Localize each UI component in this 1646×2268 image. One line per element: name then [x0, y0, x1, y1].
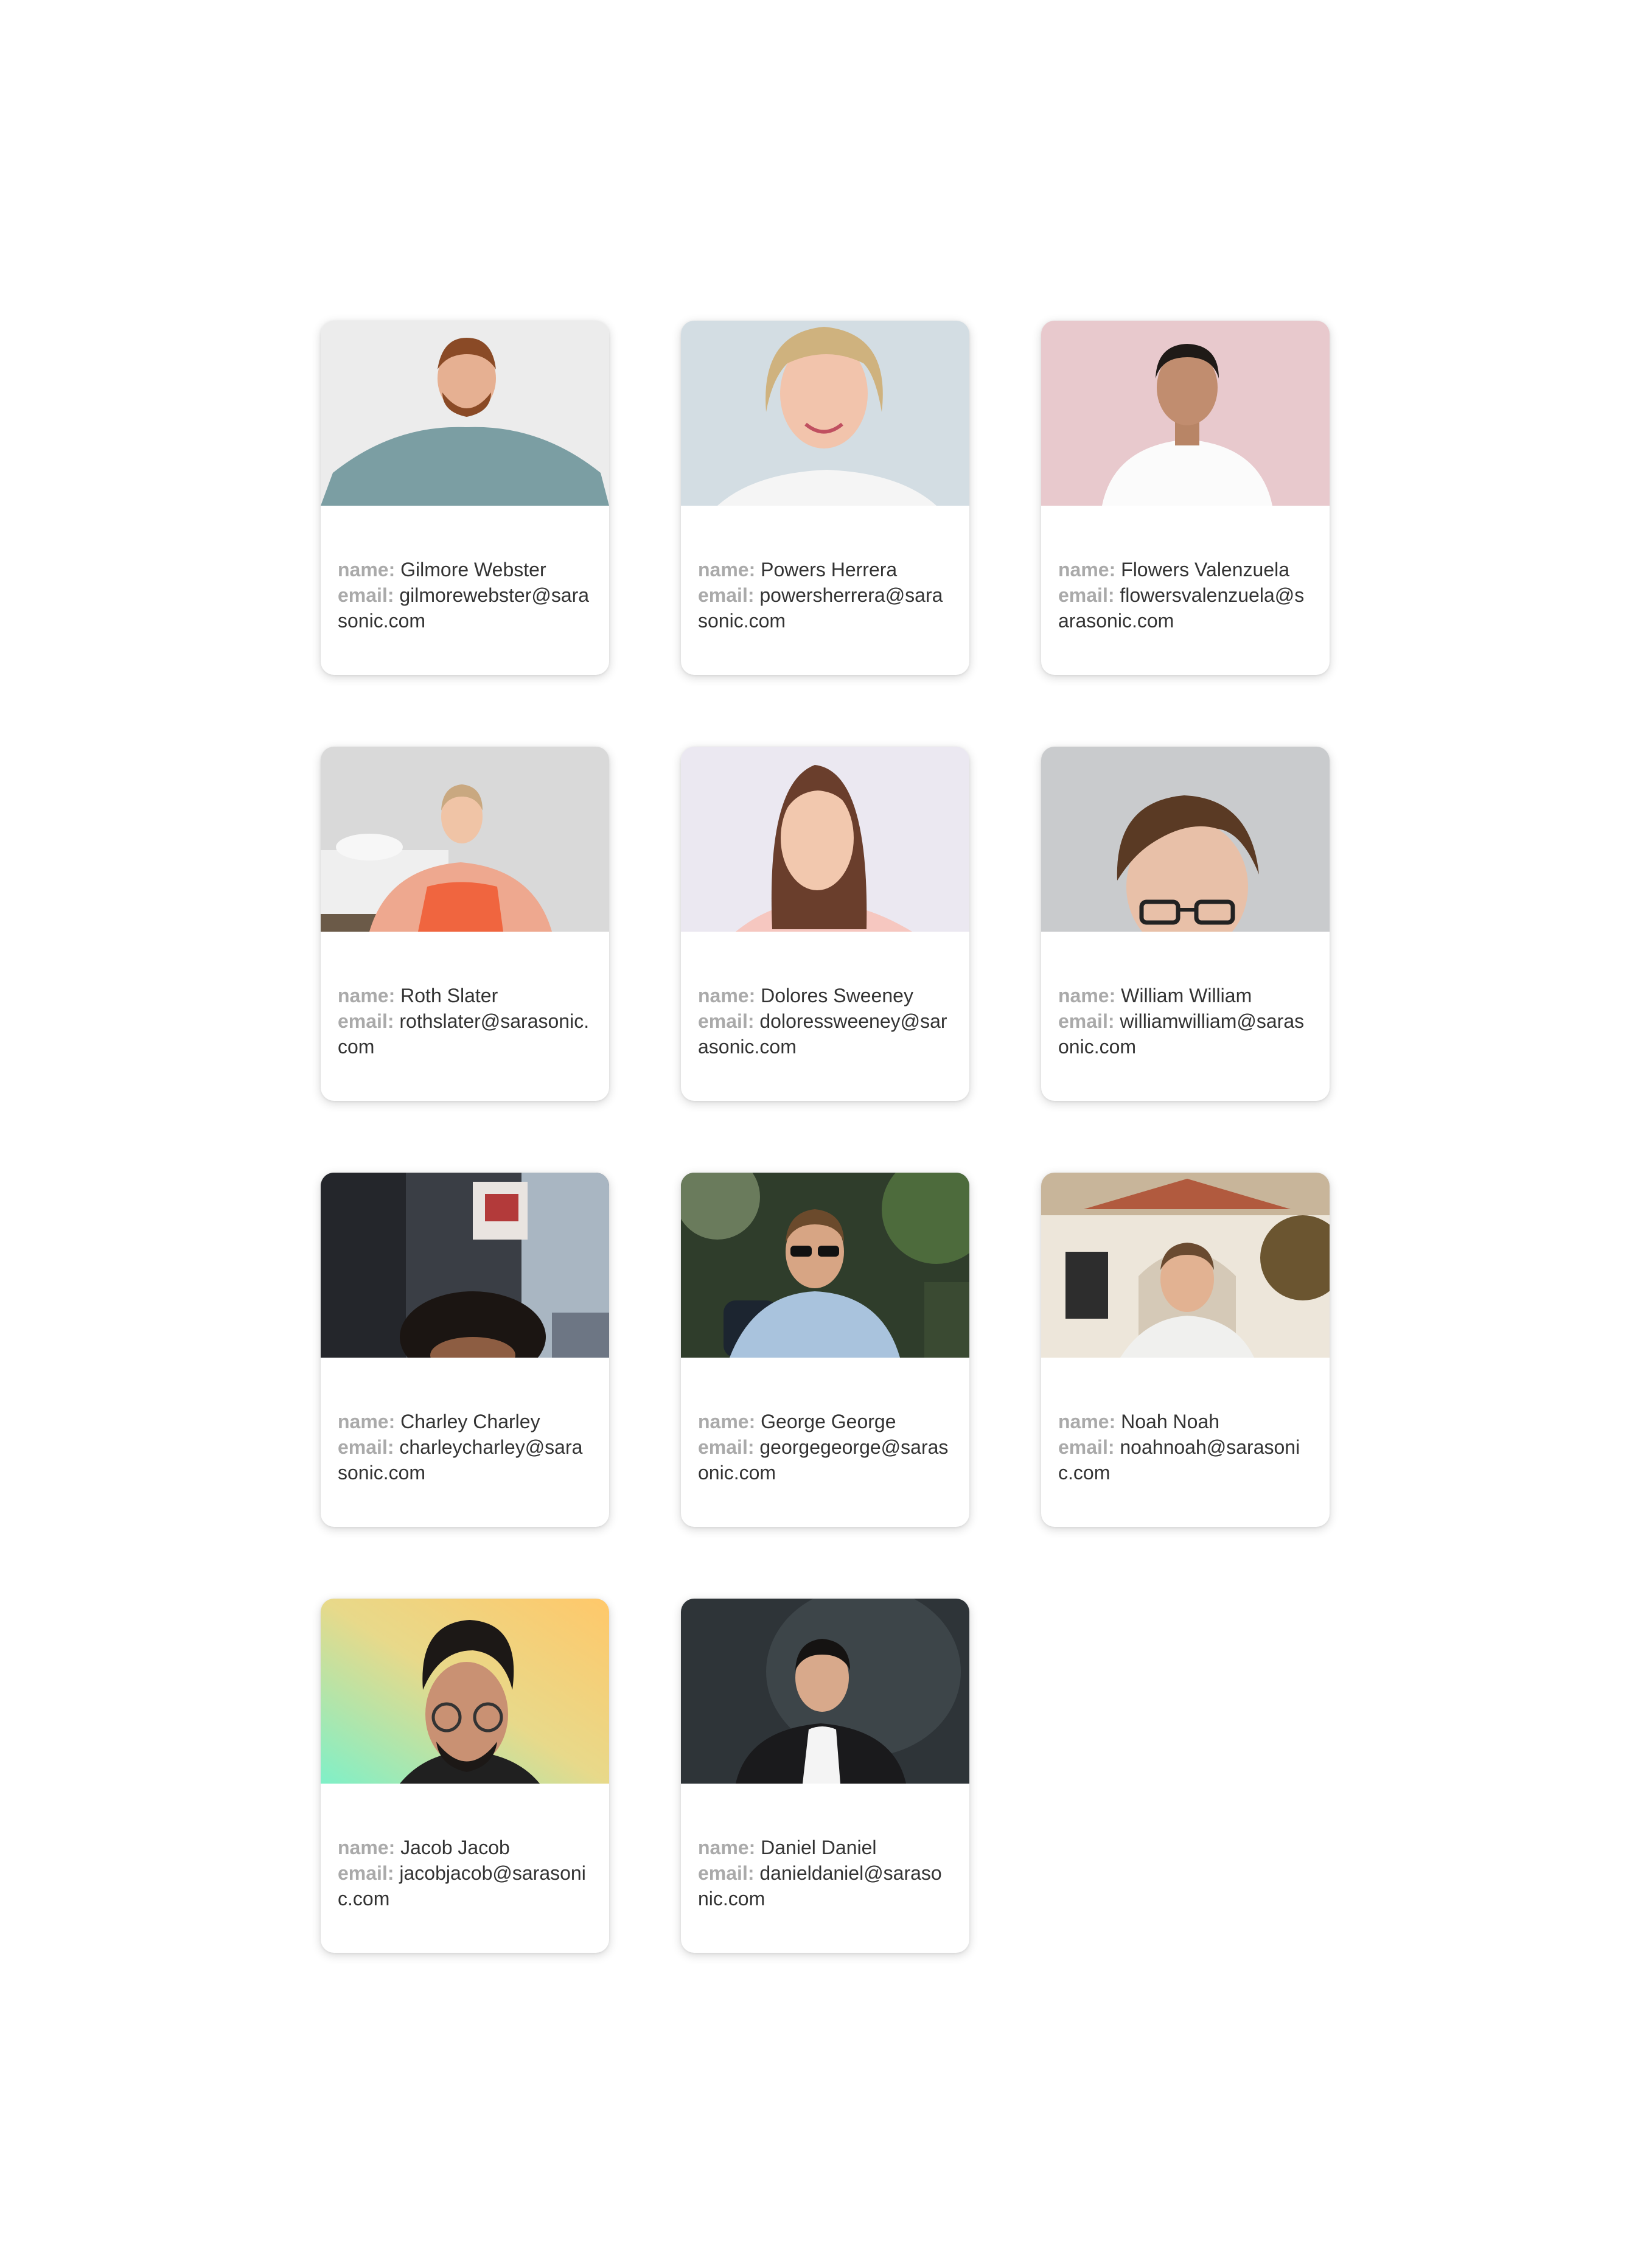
contact-info: name: Noah Noah email: noahnoah@sarasoni…: [1058, 1409, 1313, 1485]
name-label: name:: [338, 985, 396, 1007]
name-label: name:: [698, 559, 756, 581]
contact-name: Daniel Daniel: [761, 1837, 877, 1858]
contact-name: Jacob Jacob: [400, 1837, 510, 1858]
contact-info: name: Gilmore Webster email: gilmorewebs…: [338, 557, 592, 633]
contact-info: name: Dolores Sweeney email: doloresswee…: [698, 983, 952, 1059]
email-label: email:: [338, 584, 394, 606]
contact-card-grid: name: Gilmore Webster email: gilmorewebs…: [321, 321, 1331, 1953]
contact-name: Flowers Valenzuela: [1121, 559, 1290, 581]
email-label: email:: [338, 1862, 394, 1884]
name-label: name:: [338, 1411, 396, 1432]
contact-name: George George: [761, 1411, 896, 1432]
portrait-photo: [681, 1599, 969, 1784]
contact-info: name: William William email: williamwill…: [1058, 983, 1313, 1059]
contact-name: Noah Noah: [1121, 1411, 1220, 1432]
contact-card[interactable]: name: Daniel Daniel email: danieldaniel@…: [681, 1599, 969, 1953]
contact-name: Dolores Sweeney: [761, 985, 913, 1007]
contact-card[interactable]: name: Roth Slater email: rothslater@sara…: [321, 747, 609, 1101]
email-label: email:: [1058, 584, 1115, 606]
email-label: email:: [1058, 1436, 1115, 1458]
name-label: name:: [698, 1411, 756, 1432]
email-label: email:: [338, 1010, 394, 1032]
name-label: name:: [1058, 1411, 1116, 1432]
email-label: email:: [698, 1010, 755, 1032]
name-label: name:: [338, 1837, 396, 1858]
contact-card[interactable]: name: Dolores Sweeney email: doloresswee…: [681, 747, 969, 1101]
portrait-photo: [1041, 1173, 1330, 1358]
contact-info: name: Flowers Valenzuela email: flowersv…: [1058, 557, 1313, 633]
name-label: name:: [1058, 985, 1116, 1007]
name-label: name:: [1058, 559, 1116, 581]
contact-name: William William: [1121, 985, 1252, 1007]
portrait-photo: [1041, 321, 1330, 506]
email-label: email:: [1058, 1010, 1115, 1032]
contact-info: name: Powers Herrera email: powersherrer…: [698, 557, 952, 633]
email-label: email:: [698, 1436, 755, 1458]
email-label: email:: [698, 584, 755, 606]
portrait-photo: [321, 1599, 609, 1784]
portrait-photo: [321, 747, 609, 932]
name-label: name:: [698, 985, 756, 1007]
portrait-photo: [321, 1173, 609, 1358]
portrait-photo: [1041, 747, 1330, 932]
contact-info: name: George George email: georgegeorge@…: [698, 1409, 952, 1485]
contact-name: Roth Slater: [400, 985, 498, 1007]
contact-name: Gilmore Webster: [400, 559, 546, 581]
contact-card[interactable]: name: Gilmore Webster email: gilmorewebs…: [321, 321, 609, 675]
portrait-photo: [681, 321, 969, 506]
contact-card[interactable]: name: George George email: georgegeorge@…: [681, 1173, 969, 1527]
portrait-photo: [681, 1173, 969, 1358]
portrait-photo: [681, 747, 969, 932]
name-label: name:: [338, 559, 396, 581]
contact-info: name: Charley Charley email: charleychar…: [338, 1409, 592, 1485]
contact-info: name: Jacob Jacob email: jacobjacob@sara…: [338, 1835, 592, 1911]
contact-info: name: Roth Slater email: rothslater@sara…: [338, 983, 592, 1059]
email-label: email:: [698, 1862, 755, 1884]
contact-name: Powers Herrera: [761, 559, 898, 581]
contact-card[interactable]: name: Powers Herrera email: powersherrer…: [681, 321, 969, 675]
contact-name: Charley Charley: [400, 1411, 540, 1432]
contact-card[interactable]: name: William William email: williamwill…: [1041, 747, 1330, 1101]
contact-info: name: Daniel Daniel email: danieldaniel@…: [698, 1835, 952, 1911]
contact-card[interactable]: name: Charley Charley email: charleychar…: [321, 1173, 609, 1527]
contact-card[interactable]: name: Jacob Jacob email: jacobjacob@sara…: [321, 1599, 609, 1953]
name-label: name:: [698, 1837, 756, 1858]
portrait-photo: [321, 321, 609, 506]
contact-card[interactable]: name: Flowers Valenzuela email: flowersv…: [1041, 321, 1330, 675]
contact-card[interactable]: name: Noah Noah email: noahnoah@sarasoni…: [1041, 1173, 1330, 1527]
page: { "labels": { "name": "name:", "email": …: [0, 0, 1646, 2268]
email-label: email:: [338, 1436, 394, 1458]
